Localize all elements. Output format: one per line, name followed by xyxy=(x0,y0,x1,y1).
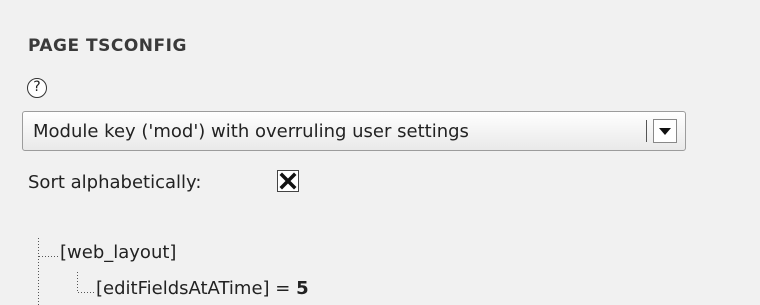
tree-node-edit-fields-at-a-time[interactable]: [editFieldsAtATime] = 5 xyxy=(96,278,309,299)
tree-node-key: [editFieldsAtATime] xyxy=(96,278,270,299)
tree-node-web-layout[interactable]: [web_layout] xyxy=(60,242,176,263)
tree-node-key: [web_layout] xyxy=(60,242,177,263)
tree-node-operator: = xyxy=(269,278,297,299)
tree-node-value: 5 xyxy=(296,278,309,299)
